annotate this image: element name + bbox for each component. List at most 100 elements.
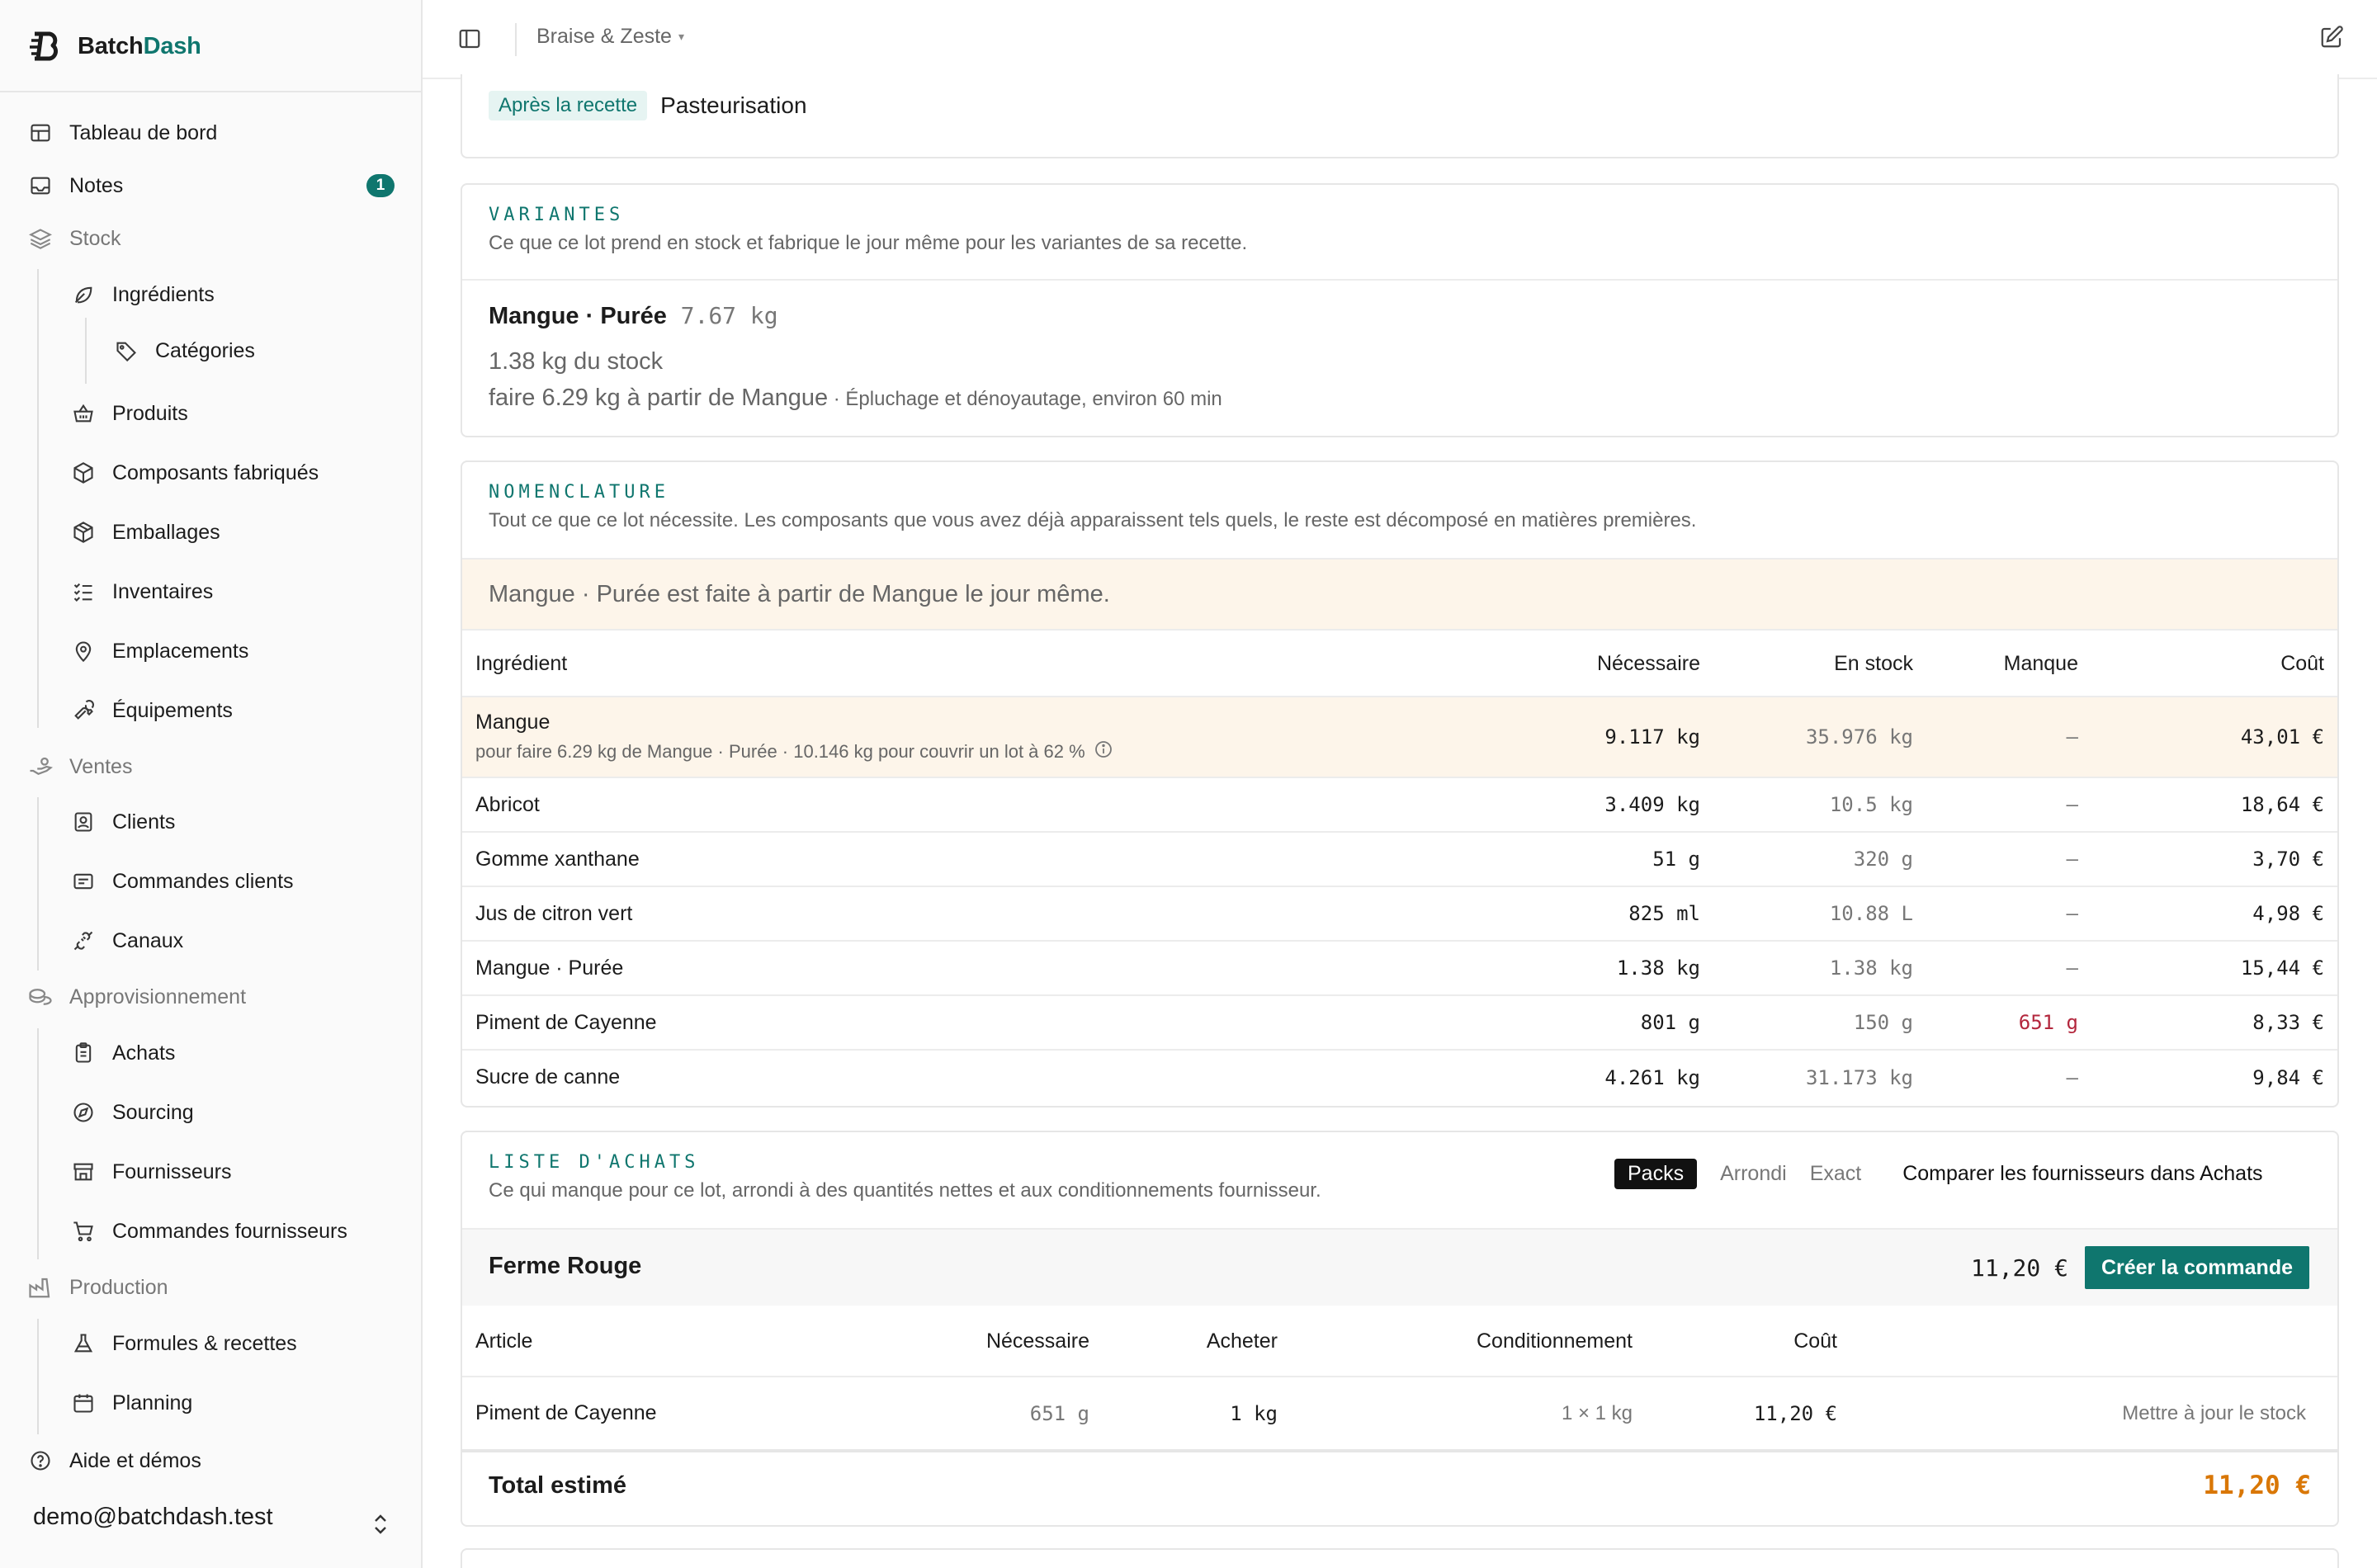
- compass-icon: [71, 1100, 96, 1125]
- variant-make-note: · Épluchage et dénoyautage, environ 60 m…: [833, 388, 1222, 410]
- table-row: Piment de Cayenne 651 g 1 kg 1 × 1 kg 11…: [462, 1377, 2337, 1451]
- table-row: Mangue pour faire 6.29 kg de Mangue · Pu…: [462, 697, 2337, 777]
- supplier-name: Ferme Rouge: [489, 1253, 642, 1279]
- col-ingredient: Ingrédient: [475, 652, 568, 675]
- create-order-button[interactable]: Créer la commande: [2084, 1246, 2309, 1289]
- variantes-card: VARIANTES Ce que ce lot prend en stock e…: [461, 183, 2339, 437]
- plug-icon: [71, 928, 96, 953]
- sidebar-item-commandes-clients[interactable]: Commandes clients: [71, 857, 294, 906]
- nomenclature-card: NOMENCLATURE Tout ce que ce lot nécessit…: [461, 460, 2339, 1108]
- sidebar-group-stock[interactable]: Stock: [28, 214, 121, 263]
- layout-icon: [28, 120, 53, 145]
- liste-achats-title: LISTE D'ACHATS: [489, 1152, 700, 1173]
- batchdash-logo-icon: [30, 31, 58, 61]
- sidebar-group-ventes[interactable]: Ventes: [28, 742, 132, 791]
- table-row: Gomme xanthane 51 g 320 g – 3,70 €: [462, 832, 2337, 886]
- help-icon: [28, 1448, 53, 1473]
- table-row: Jus de citron vert 825 ml 10.88 L – 4,98…: [462, 886, 2337, 941]
- caret-down-icon: ▾: [678, 30, 684, 43]
- variant-qty: 7.67 kg: [680, 302, 778, 329]
- sidebar-item-fournisseurs[interactable]: Fournisseurs: [71, 1147, 232, 1197]
- sidebar-item-commandes-fournisseurs[interactable]: Commandes fournisseurs: [71, 1207, 347, 1256]
- sidebar-item-formules-recettes[interactable]: Formules & recettes: [71, 1319, 297, 1368]
- wrench-icon: [71, 698, 96, 723]
- variant-name: Mangue · Purée: [489, 303, 667, 329]
- sidebar-item-emplacements[interactable]: Emplacements: [71, 626, 248, 676]
- col-en-stock: En stock: [1834, 652, 1913, 675]
- sidebar-item-canaux[interactable]: Canaux: [71, 916, 183, 966]
- clipboard-icon: [71, 1041, 96, 1065]
- brand-logo[interactable]: BatchDash: [28, 26, 201, 66]
- col-manque: Manque: [2003, 652, 2078, 675]
- organization-switcher[interactable]: Braise & Zeste ▾: [536, 25, 684, 49]
- variantes-desc: Ce que ce lot prend en stock et fabrique…: [489, 232, 1248, 254]
- missing-value: 651 g: [2018, 1011, 2078, 1034]
- mode-packs-button[interactable]: Packs: [1614, 1159, 1698, 1189]
- edit-icon[interactable]: [2319, 25, 2344, 55]
- sidebar-item-equipements[interactable]: Équipements: [71, 686, 233, 735]
- total-value: 11,20 €: [2203, 1471, 2311, 1500]
- map-pin-icon: [71, 639, 96, 664]
- nomenclature-desc: Tout ce que ce lot nécessite. Les compos…: [489, 509, 1697, 531]
- box-icon: [71, 460, 96, 485]
- total-label: Total estimé: [489, 1472, 627, 1499]
- mode-arrondi-button[interactable]: Arrondi: [1720, 1162, 1787, 1186]
- top-bar: Braise & Zeste ▾: [423, 0, 2377, 79]
- sidebar-group-production[interactable]: Production: [28, 1263, 168, 1312]
- liste-achats-card: LISTE D'ACHATS Ce qui manque pour ce lot…: [461, 1131, 2339, 1527]
- nomenclature-notice: Mangue · Purée est faite à partir de Man…: [462, 558, 2337, 631]
- brand-name: BatchDash: [78, 32, 201, 59]
- supplier-header: Ferme Rouge 11,20 € Créer la commande: [462, 1230, 2337, 1306]
- sidebar-item-planning[interactable]: Planning: [71, 1378, 192, 1428]
- liste-achats-desc: Ce qui manque pour ce lot, arrondi à des…: [489, 1179, 1321, 1202]
- sidebar-item-notes[interactable]: Notes: [28, 161, 123, 210]
- compare-suppliers-link[interactable]: Comparer les fournisseurs dans Achats: [1902, 1162, 2262, 1186]
- ingredient-sub: pour faire 6.29 kg de Mangue · Purée · 1…: [475, 740, 1085, 762]
- sidebar-toggle-icon[interactable]: [457, 26, 482, 57]
- supplier-total: 11,20 €: [1970, 1254, 2068, 1282]
- hand-coins-icon: [28, 754, 53, 779]
- leaf-icon: [71, 282, 96, 307]
- checklist-icon: [71, 579, 96, 604]
- package-icon: [71, 520, 96, 545]
- sidebar-item-aide-demos[interactable]: Aide et démos: [28, 1436, 201, 1485]
- sidebar: BatchDash Tableau de bord Notes 1 Stock …: [0, 0, 423, 1568]
- sidebar-item-clients[interactable]: Clients: [71, 797, 175, 847]
- col-cout: Coût: [2280, 652, 2324, 675]
- after-recipe-card: Après la recette Pasteurisation: [461, 74, 2339, 158]
- store-icon: [71, 1159, 96, 1184]
- sidebar-item-composants-fabriques[interactable]: Composants fabriqués: [71, 448, 319, 498]
- mode-exact-button[interactable]: Exact: [1810, 1162, 1862, 1186]
- cart-icon: [71, 1219, 96, 1244]
- sidebar-item-achats[interactable]: Achats: [71, 1028, 175, 1078]
- sidebar-item-sourcing[interactable]: Sourcing: [71, 1088, 194, 1137]
- factory-icon: [28, 1275, 53, 1300]
- layers-icon: [28, 226, 53, 251]
- contact-icon: [71, 810, 96, 834]
- notes-count-badge: 1: [366, 174, 395, 197]
- variantes-title: VARIANTES: [489, 205, 625, 225]
- variant-from-stock: 1.38 kg du stock: [489, 348, 664, 375]
- sidebar-item-tableau-de-bord[interactable]: Tableau de bord: [28, 108, 217, 158]
- user-email[interactable]: demo@batchdash.test: [33, 1504, 273, 1531]
- sidebar-item-emballages[interactable]: Emballages: [71, 508, 220, 557]
- sidebar-item-categories[interactable]: Catégories: [114, 326, 255, 375]
- ingredient-name: Mangue: [475, 710, 551, 734]
- inbox-icon: [28, 173, 53, 198]
- sidebar-item-produits[interactable]: Produits: [71, 389, 188, 438]
- calendar-icon: [71, 1391, 96, 1415]
- receipt-icon: [71, 869, 96, 894]
- info-icon[interactable]: [1094, 739, 1113, 764]
- chevrons-up-down-icon[interactable]: [371, 1512, 390, 1542]
- update-stock-link[interactable]: Mettre à jour le stock: [1837, 1377, 2337, 1451]
- table-row: Mangue · Purée 1.38 kg 1.38 kg – 15,44 €: [462, 941, 2337, 995]
- variant-make-line: faire 6.29 kg à partir de Mangue: [489, 385, 829, 411]
- sidebar-item-ingredients[interactable]: Ingrédients: [71, 270, 215, 319]
- sidebar-item-inventaires[interactable]: Inventaires: [71, 567, 213, 616]
- purchase-table: Article Nécessaire Acheter Conditionneme…: [462, 1307, 2337, 1452]
- nomenclature-title: NOMENCLATURE: [489, 482, 669, 503]
- next-card: [461, 1548, 2339, 1568]
- flask-icon: [71, 1331, 96, 1356]
- table-row: Piment de Cayenne 801 g 150 g 651 g 8,33…: [462, 995, 2337, 1050]
- sidebar-group-approvisionnement[interactable]: Approvisionnement: [28, 972, 246, 1022]
